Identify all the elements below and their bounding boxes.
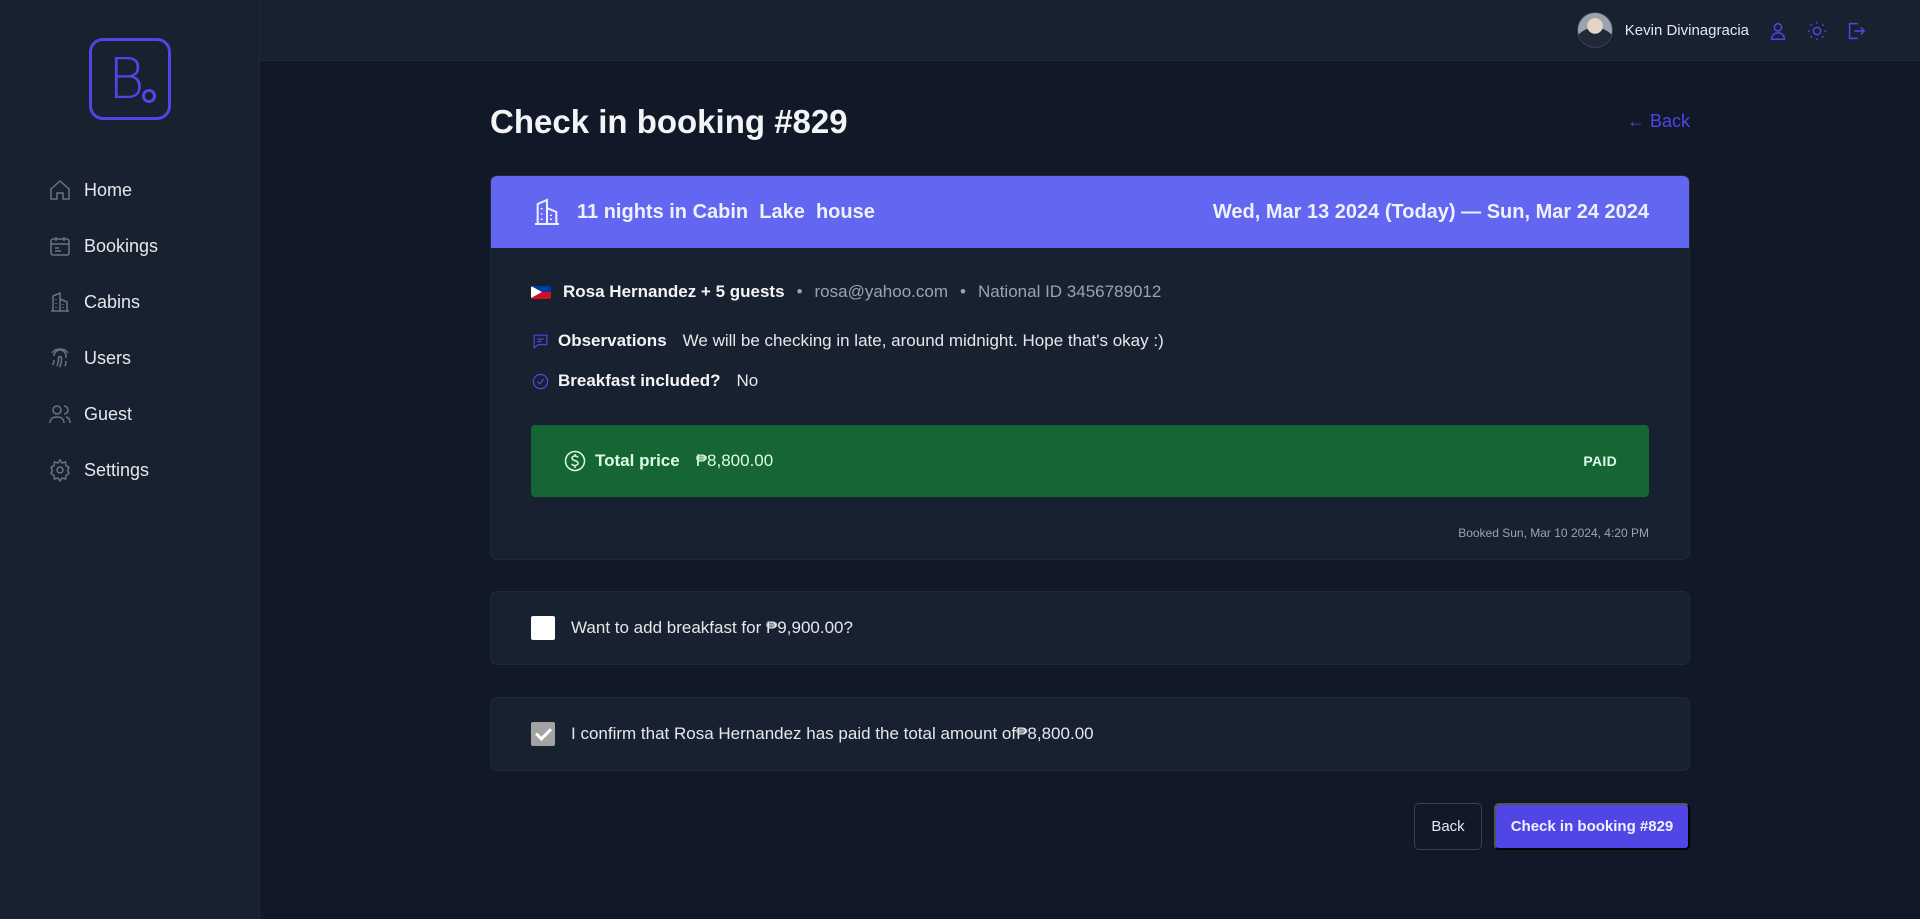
total-price-label: Total price	[595, 451, 680, 470]
booked-date: Booked Sun, Mar 10 2024, 4:20 PM	[1458, 526, 1649, 540]
breakfast-value: No	[736, 371, 759, 390]
total-price-box: Total price ₱8,800.00 PAID	[531, 425, 1649, 497]
building-icon	[51, 291, 69, 312]
page-title: Check in booking #829	[490, 103, 848, 140]
sidebar-item-guest[interactable]: Guest	[48, 386, 238, 442]
sidebar-item-cabins[interactable]: Cabins	[48, 274, 238, 330]
logo[interactable]: B	[89, 38, 171, 120]
sidebar-item-label: Bookings	[84, 235, 159, 256]
sidebar: B Home Bookings Cabins Users Guest Setti…	[0, 0, 260, 919]
nights-text: 11 nights in Cabin Lake house	[577, 200, 875, 223]
add-breakfast-checkbox[interactable]	[531, 616, 555, 640]
separator: •	[960, 282, 966, 301]
add-breakfast-label: Want to add breakfast for ₱9,900.00?	[571, 618, 853, 637]
back-button[interactable]: Back	[1414, 803, 1482, 850]
confirm-paid-checkbox[interactable]	[531, 722, 555, 746]
user-name: Kevin Divinagracia	[1624, 21, 1749, 39]
add-breakfast-option: Want to add breakfast for ₱9,900.00?	[490, 591, 1690, 665]
logout-button[interactable]	[1843, 18, 1868, 43]
logo-dot	[142, 89, 156, 103]
philippines-flag-icon	[531, 285, 551, 299]
booking-stay: 11 nights in Cabin Lake house	[531, 196, 875, 228]
breakfast-row: Breakfast included? No	[531, 371, 758, 391]
logo-letter: B	[108, 47, 145, 112]
main-nav: Home Bookings Cabins Users Guest Setting…	[48, 162, 238, 498]
guest-info: Rosa Hernandez + 5 guests • rosa@yahoo.c…	[531, 282, 1161, 302]
user-info[interactable]: Kevin Divinagracia	[1576, 12, 1749, 48]
booking-details-card: 11 nights in Cabin Lake house Wed, Mar 1…	[490, 175, 1690, 560]
theme-toggle-button[interactable]	[1804, 18, 1829, 43]
confirm-paid-label: I confirm that Rosa Hernandez has paid t…	[571, 724, 1094, 743]
building-icon	[535, 198, 559, 225]
total-price: Total price ₱8,800.00	[563, 449, 773, 473]
user-icon	[1770, 22, 1785, 40]
breakfast-label: Breakfast included?	[558, 371, 721, 390]
sidebar-item-settings[interactable]: Settings	[48, 442, 238, 498]
avatar	[1576, 12, 1613, 48]
dollar-circle-icon	[564, 450, 586, 472]
total-price-value: ₱8,800.00	[695, 451, 774, 470]
confirm-paid-option: I confirm that Rosa Hernandez has paid t…	[490, 697, 1690, 771]
sidebar-item-label: Guest	[84, 403, 133, 424]
back-link[interactable]: ← Back	[1627, 111, 1690, 132]
calendar-icon	[50, 237, 70, 256]
sun-icon	[1807, 21, 1826, 40]
observations-label: Observations	[558, 331, 667, 350]
fingerprint-icon	[51, 348, 69, 368]
sidebar-item-label: Home	[84, 179, 133, 200]
chat-icon	[533, 334, 548, 349]
booking-header: 11 nights in Cabin Lake house Wed, Mar 1…	[491, 176, 1689, 248]
gear-icon	[50, 458, 70, 482]
national-id: National ID 3456789012	[977, 282, 1162, 301]
paid-status: PAID	[1583, 453, 1617, 469]
observations-text: We will be checking in late, around midn…	[682, 331, 1164, 350]
header-actions	[1765, 18, 1868, 43]
separator: •	[796, 282, 803, 301]
sidebar-item-home[interactable]: Home	[48, 162, 238, 218]
home-icon	[50, 179, 70, 200]
sidebar-item-users[interactable]: Users	[48, 330, 238, 386]
check-in-button[interactable]: Check in booking #829	[1494, 803, 1690, 850]
check-circle-icon	[532, 373, 549, 389]
booking-dates: Wed, Mar 13 2024 (Today) — Sun, Mar 24 2…	[1212, 200, 1649, 223]
sidebar-item-label: Settings	[84, 459, 150, 480]
guest-email: rosa@yahoo.com	[814, 282, 949, 301]
observations-row: Observations We will be checking in late…	[531, 331, 1164, 351]
account-button[interactable]	[1765, 18, 1790, 43]
sidebar-item-label: Users	[84, 347, 132, 368]
guest-name: Rosa Hernandez + 5 guests	[563, 282, 785, 301]
top-header: Kevin Divinagracia	[260, 0, 1920, 61]
logout-icon	[1848, 22, 1865, 39]
sidebar-item-bookings[interactable]: Bookings	[48, 218, 238, 274]
sidebar-item-label: Cabins	[84, 291, 141, 312]
users-icon	[49, 405, 71, 424]
